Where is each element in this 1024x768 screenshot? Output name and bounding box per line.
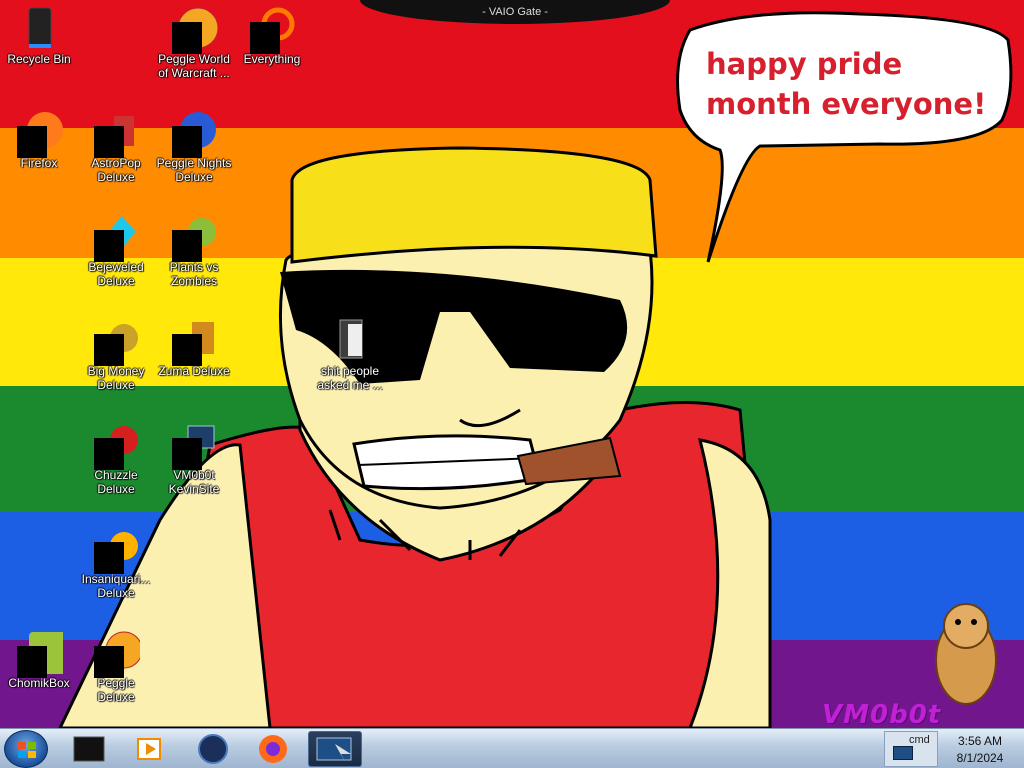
- peggle-nights-icon: [170, 110, 218, 158]
- desktop-icon-kevinsite[interactable]: VM0b0t KevinSite: [156, 422, 232, 496]
- taskbar-vaio-gate-window-icon[interactable]: [308, 731, 362, 767]
- desktop-icon-recycle-bin[interactable]: Recycle Bin: [1, 6, 77, 66]
- icon-label: Firefox: [20, 156, 58, 170]
- window-title: - VAIO Gate -: [482, 6, 548, 18]
- peggle-deluxe-icon: [92, 630, 143, 678]
- recycle-bin-icon: [15, 6, 63, 50]
- desktop-icon-everything[interactable]: Everything: [234, 6, 310, 66]
- icon-label: Everything: [243, 52, 301, 66]
- desktop-icon-peggle-nights[interactable]: Peggle Nights Deluxe: [156, 110, 232, 184]
- desktop-icon-chomikbox[interactable]: ChomikBox: [1, 630, 77, 690]
- desktop-icon-plants-vs-zombies[interactable]: Plants vs Zombies: [156, 214, 232, 288]
- taskbar-firefox-icon[interactable]: [246, 731, 300, 767]
- icon-label: Peggle World of Warcraft ...: [158, 52, 230, 80]
- hair: [290, 146, 658, 264]
- desktop-icon-folder[interactable]: shit people asked me ...: [312, 318, 388, 392]
- icon-label: Plants vs Zombies: [169, 260, 219, 288]
- icon-label: Insaniquari... Deluxe: [81, 572, 151, 600]
- big-money-icon: [92, 318, 140, 366]
- icon-label: VM0b0t KevinSite: [168, 468, 220, 496]
- peggle-icon: [170, 6, 219, 54]
- insaniquarium-icon: [92, 526, 140, 574]
- watermark-text: VM0b0t: [822, 700, 942, 728]
- clock-date[interactable]: 8/1/2024: [944, 751, 1016, 765]
- icon-label: Zuma Deluxe: [158, 364, 230, 378]
- desktop-icon-insaniquarium[interactable]: Insaniquari... Deluxe: [78, 526, 154, 600]
- icon-label: shit people asked me ...: [317, 364, 383, 392]
- desktop-icon-zuma[interactable]: Zuma Deluxe: [156, 318, 232, 378]
- icon-label: AstroPop Deluxe: [91, 156, 141, 184]
- system-tray: cmd 3:56 AM 8/1/2024: [864, 729, 1024, 768]
- icon-label: Bejeweled Deluxe: [88, 260, 144, 288]
- tray-cmd-thumbnail[interactable]: cmd: [884, 731, 938, 767]
- astropop-icon: [92, 110, 140, 158]
- desktop-icon-big-money[interactable]: Big Money Deluxe: [78, 318, 154, 392]
- chomikbox-icon: [15, 630, 75, 678]
- desktop: - VAIO Gate - happy pride month everyone…: [0, 0, 1024, 728]
- desktop-icon-bejeweled[interactable]: Bejeweled Deluxe: [78, 214, 154, 288]
- clock-time[interactable]: 3:56 AM: [944, 734, 1016, 748]
- taskbar-globe-icon[interactable]: [186, 731, 240, 767]
- firefox-icon: [15, 110, 63, 158]
- icon-label: Recycle Bin: [7, 52, 71, 66]
- taskbar: cmd 3:56 AM 8/1/2024: [0, 728, 1024, 768]
- icon-label: Big Money Deluxe: [87, 364, 145, 392]
- zuma-icon: [170, 318, 218, 366]
- icon-label: Chuzzle Deluxe: [94, 468, 138, 496]
- everything-search-icon: [248, 6, 296, 54]
- folder-icon: [326, 318, 374, 362]
- plants-vs-zombies-icon: [170, 214, 218, 262]
- cmd-window-icon: [893, 746, 913, 760]
- icon-label: Peggle Deluxe: [97, 676, 135, 704]
- desktop-icon-peggle-wow[interactable]: Peggle World of Warcraft ...: [156, 6, 232, 80]
- kevinsite-icon: [170, 422, 218, 470]
- desktop-icon-firefox[interactable]: Firefox: [1, 110, 77, 170]
- taskbar-black-box-icon[interactable]: [62, 731, 116, 767]
- desktop-icon-chuzzle[interactable]: Chuzzle Deluxe: [78, 422, 154, 496]
- chuzzle-icon: [92, 422, 140, 470]
- bejeweled-icon: [92, 214, 140, 262]
- start-orb-icon[interactable]: [4, 730, 48, 768]
- desktop-icon-peggle-deluxe[interactable]: Peggle Deluxe: [78, 630, 154, 704]
- tray-cmd-label: cmd: [909, 734, 930, 746]
- icon-label: ChomikBox: [8, 676, 70, 690]
- taskbar-media-player-icon[interactable]: [122, 731, 176, 767]
- speech-bubble-text: happy pride month everyone!: [706, 47, 987, 121]
- desktop-icon-astropop[interactable]: AstroPop Deluxe: [78, 110, 154, 184]
- icon-label: Peggle Nights Deluxe: [156, 156, 232, 184]
